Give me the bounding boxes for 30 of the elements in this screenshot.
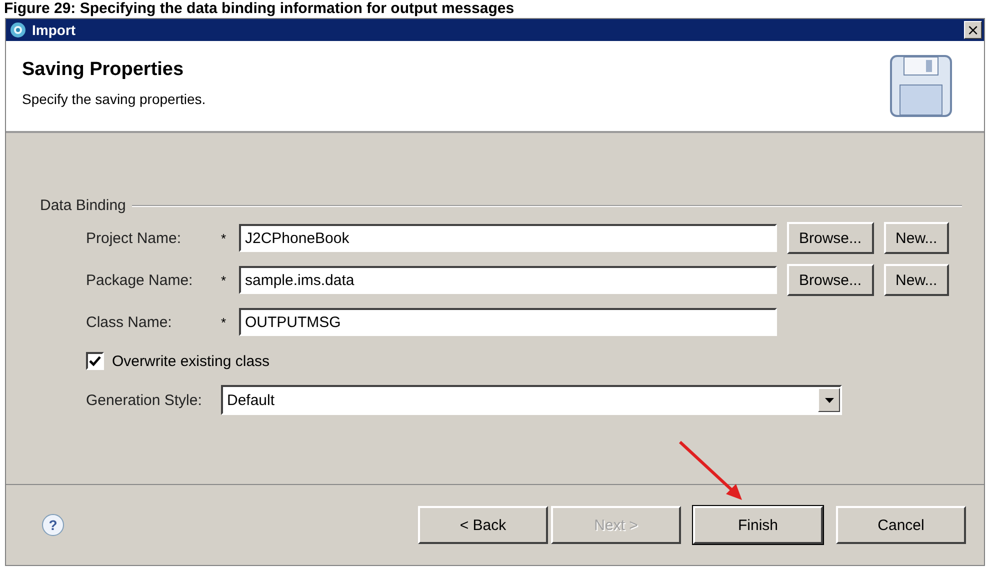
field-label: Generation Style: xyxy=(86,392,203,408)
input-field[interactable]: sample.ims.data xyxy=(239,266,777,294)
close-button[interactable]: × xyxy=(964,21,982,39)
group-label: Data Binding xyxy=(40,197,126,214)
dialog-button[interactable]: New... xyxy=(884,264,950,296)
field-label: Package Name: xyxy=(86,272,194,288)
checkbox[interactable] xyxy=(86,352,104,370)
page-title: Saving Properties xyxy=(22,59,185,81)
dialog-button[interactable]: Browse... xyxy=(787,222,874,254)
wizard-button[interactable]: Cancel xyxy=(836,506,966,544)
page-description: Specify the saving properties. xyxy=(22,91,207,107)
required-mark: * xyxy=(221,314,228,330)
window-title: Import xyxy=(32,22,77,38)
field-label: Project Name: xyxy=(86,230,182,246)
app-icon xyxy=(10,22,26,38)
field-label: Class Name: xyxy=(86,314,173,330)
annotation-arrow xyxy=(678,440,744,502)
figure-caption: Figure 29: Specifying the data binding information for output messages xyxy=(3,0,516,18)
checkbox-label: Overwrite existing class xyxy=(112,352,270,370)
dialog-button[interactable]: New... xyxy=(884,222,950,254)
required-mark: * xyxy=(221,230,228,246)
input-field[interactable]: J2CPhoneBook xyxy=(239,224,777,252)
wizard-button[interactable]: < Back xyxy=(418,506,548,544)
input-field[interactable]: OUTPUTMSG xyxy=(239,308,777,336)
help-button[interactable]: ? xyxy=(42,514,64,536)
caret-icon xyxy=(824,398,834,402)
dropdown[interactable]: Default xyxy=(221,385,842,415)
required-mark: * xyxy=(221,272,228,288)
dialog-button[interactable]: Browse... xyxy=(787,264,874,296)
wizard-button[interactable]: Finish xyxy=(693,506,823,544)
